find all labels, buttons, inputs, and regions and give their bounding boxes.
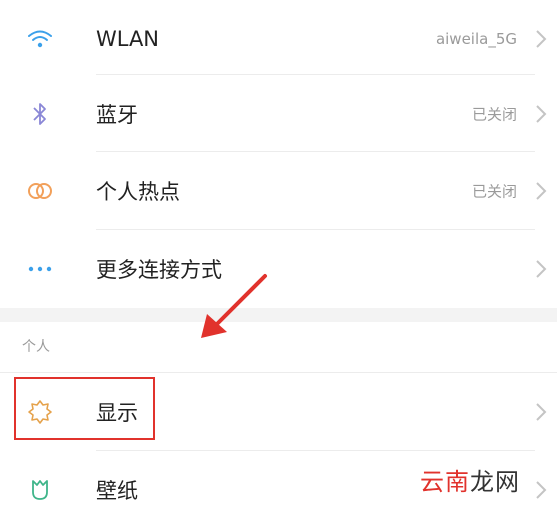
chevron-right-icon [536,260,547,278]
section-header-personal: 个人 [22,339,50,355]
hotspot-label: 个人热点 [96,180,180,204]
chevron-right-icon [536,403,547,421]
wallpaper-icon [22,472,58,508]
bluetooth-value: 已关闭 [471,105,517,124]
bluetooth-label: 蓝牙 [96,103,138,127]
wlan-value: aiweila_5G [435,30,517,48]
bluetooth-icon [22,96,58,132]
settings-row-hotspot[interactable]: 个人热点 已关闭 [0,152,557,230]
wifi-icon [22,21,58,57]
chevron-right-icon [536,105,547,123]
settings-row-more-connections[interactable]: 更多连接方式 [0,230,557,308]
wallpaper-label: 壁纸 [96,479,138,503]
settings-row-wlan[interactable]: WLAN aiweila_5G [0,0,557,78]
chevron-right-icon [536,30,547,48]
annotation-arrow-icon [201,274,267,338]
wlan-label: WLAN [96,27,160,51]
section-separator [0,308,557,322]
watermark: 云南龙网 [420,462,520,497]
hotspot-value: 已关闭 [471,182,517,201]
more-dots-icon [22,251,58,287]
highlight-box [14,377,155,440]
settings-row-bluetooth[interactable]: 蓝牙 已关闭 [0,75,557,153]
hotspot-icon [22,173,58,209]
chevron-right-icon [536,481,547,499]
watermark-dark: 龙网 [470,468,520,496]
chevron-right-icon [536,182,547,200]
watermark-red: 云南 [420,468,470,496]
